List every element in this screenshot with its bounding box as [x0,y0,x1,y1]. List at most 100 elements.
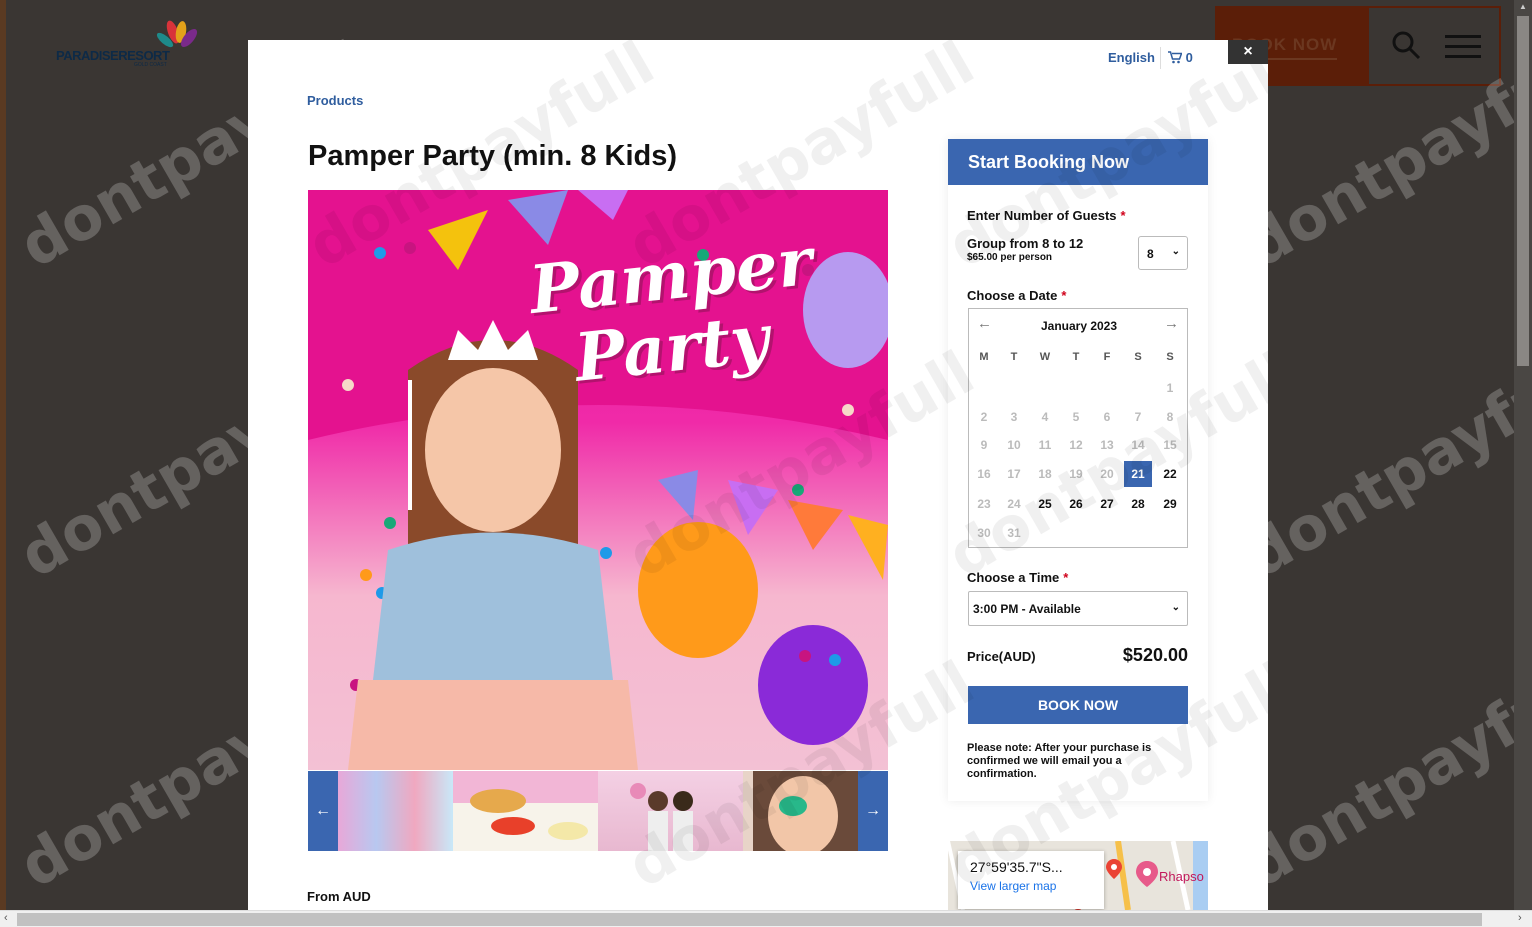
calendar-weekday: M [979,351,989,363]
watermark: dontpayfull [1233,338,1532,592]
purchase-note: Please note: After your purchase is conf… [967,742,1152,780]
face-paint-illustration [753,771,858,851]
calendar-day[interactable]: 21 [1124,461,1152,487]
thumbnail-next-button[interactable]: → [858,771,888,851]
calendar-day: 3 [1010,410,1018,424]
calendar-day[interactable]: 25 [1031,491,1059,517]
calendar-day[interactable]: 26 [1062,491,1090,517]
book-now-button[interactable]: BOOK NOW [968,686,1188,724]
calendar-day: 5 [1072,410,1080,424]
search-icon[interactable] [1391,30,1421,60]
logo-text: PARADISERESORT [56,48,170,63]
thumbnail-food-platter[interactable] [453,771,598,851]
thumbnail-staff[interactable] [598,771,743,851]
calendar-day: 30 [977,526,991,540]
thumbnail-hair-extensions[interactable] [338,771,453,851]
watermark: dontpayfull [1233,648,1532,902]
calendar-weekday: F [1103,351,1111,363]
scroll-up-icon[interactable]: ▲ [1519,2,1527,11]
calendar-day: 4 [1041,410,1049,424]
from-price-label: From AUD [307,889,371,904]
map-info-card: 27°59'35.7"S... View larger map [958,851,1104,909]
calendar-day[interactable]: 28 [1124,491,1152,517]
horizontal-scroll-thumb[interactable] [17,913,1482,926]
guest-count-select[interactable]: 8 ⌄ [1138,236,1188,270]
guest-count-value: 8 [1147,247,1154,261]
calendar-weekday: W [1039,351,1051,363]
calendar-day: 15 [1163,438,1177,452]
product-hero-image: Pamper Party [308,190,888,770]
time-select[interactable]: 3:00 PM - Available ⌄ [968,591,1188,626]
calendar-day: 10 [1007,438,1021,452]
map-pin-icon[interactable] [1106,859,1122,879]
cart-button[interactable]: 0 [1168,50,1193,65]
group-price-text: $65.00 per person [967,252,1053,263]
hero-title-text: Pamper Party [526,222,816,397]
calendar-next-month-icon[interactable]: → [1164,315,1179,332]
hamburger-menu-icon[interactable] [1445,35,1481,61]
calendar-day: 9 [980,438,988,452]
calendar-day: 16 [977,467,991,481]
modal-close-button[interactable]: × [1228,40,1268,64]
booking-panel: Start Booking Now Enter Number of Guests… [948,139,1208,801]
food-illustration [470,789,588,840]
group-range-label: Group from 8 to 12 [967,236,1084,251]
cart-icon [1168,51,1183,64]
calendar-day: 14 [1131,438,1145,452]
calendar-day: 8 [1166,410,1174,424]
map-pin-icon[interactable] [1136,861,1158,887]
product-title: Pamper Party (min. 8 Kids) [308,140,678,172]
thumbnail-face-paint[interactable] [743,771,858,851]
breadcrumb-products[interactable]: Products [307,93,363,108]
chevron-down-icon: ⌄ [1171,246,1180,257]
page-left-edge [0,0,6,927]
logo-subtext: GOLD COAST [134,62,167,68]
calendar-day: 7 [1134,410,1142,424]
vertical-scrollbar[interactable]: ▲ [1514,0,1532,910]
calendar-day: 24 [1007,497,1021,511]
image-thumbnail-strip: ← → [308,771,888,851]
calendar-weekday: S [1166,351,1174,363]
calendar-day: 18 [1038,467,1052,481]
guests-label: Enter Number of Guests * [967,208,1126,223]
calendar-day: 12 [1069,438,1083,452]
calendar-day[interactable]: 27 [1093,491,1121,517]
calendar-day: 20 [1100,467,1114,481]
calendar-day: 6 [1103,410,1111,424]
cart-count: 0 [1185,50,1193,65]
horizontal-scrollbar[interactable]: ‹ › [0,910,1532,927]
date-label: Choose a Date * [967,288,1067,303]
staff-illustration [630,783,693,851]
date-calendar: ← January 2023 → M T W T F S S 1 2 3 4 5 6 7 8 9 10 11 12 1… [968,308,1188,548]
calendar-day: 23 [977,497,991,511]
calendar-day: 13 [1100,438,1114,452]
header-tools [1369,6,1501,86]
calendar-day: 31 [1007,526,1021,540]
scroll-right-icon[interactable]: › [1518,912,1522,924]
price-label: Price(AUD) [967,649,1036,664]
calendar-day[interactable]: 22 [1156,461,1184,487]
language-selector[interactable]: English [1108,50,1155,65]
calendar-month-title: January 2023 [1040,319,1118,333]
calendar-day: 11 [1038,438,1052,452]
vertical-scroll-thumb[interactable] [1517,16,1529,366]
product-modal: English 0 Products Pamper Party (min. 8 … [248,40,1268,910]
calendar-weekday: S [1134,351,1142,363]
location-map[interactable]: 27°59'35.7"S... View larger map Rhapso [948,841,1208,910]
calendar-day: 17 [1007,467,1021,481]
calendar-weekday: T [1072,351,1080,363]
map-coordinates: 27°59'35.7"S... [970,859,1063,875]
divider [1160,47,1161,69]
calendar-day: 2 [980,410,988,424]
booking-header: Start Booking Now [948,139,1208,185]
calendar-day: 1 [1166,381,1174,395]
map-place-label: Rhapso [1159,869,1204,884]
view-larger-map-link[interactable]: View larger map [970,879,1092,893]
time-label: Choose a Time * [967,570,1069,585]
thumbnail-prev-button[interactable]: ← [308,771,338,851]
calendar-day: 19 [1069,467,1083,481]
calendar-day[interactable]: 29 [1156,491,1184,517]
scroll-left-icon[interactable]: ‹ [4,912,8,924]
calendar-weekday: T [1010,351,1018,363]
site-logo[interactable]: PARADISERESORT GOLD COAST [56,20,201,70]
